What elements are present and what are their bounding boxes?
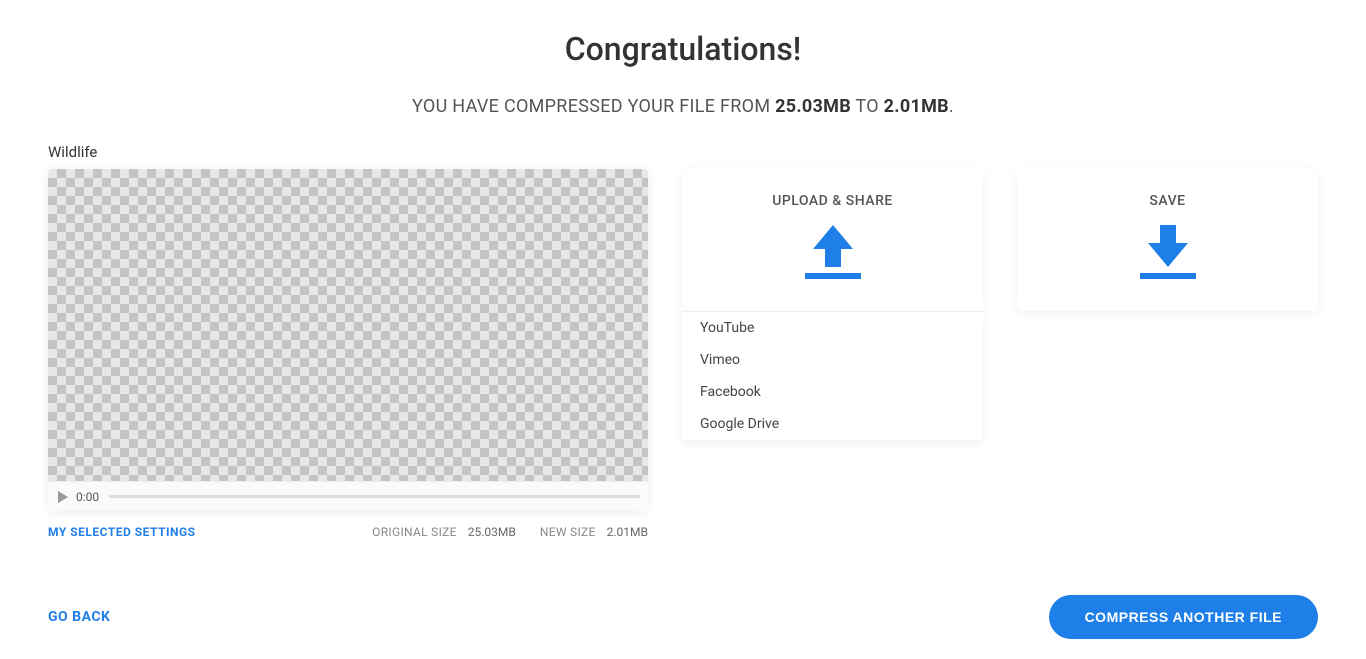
upload-icon — [682, 223, 983, 281]
video-preview-card: 0:00 — [48, 169, 648, 511]
video-controls: 0:00 — [48, 481, 648, 511]
upload-share-heading: UPLOAD & SHARE — [682, 169, 983, 209]
save-card[interactable]: SAVE — [1017, 169, 1318, 311]
summary-new-size: 2.01MB — [884, 96, 949, 117]
filename-label: Wildlife — [48, 143, 1318, 161]
summary-original-size: 25.03MB — [775, 96, 851, 117]
go-back-link[interactable]: GO BACK — [48, 609, 110, 625]
share-option-youtube[interactable]: YouTube — [682, 312, 983, 344]
original-size-value: 25.03MB — [468, 525, 516, 539]
new-size-label: NEW SIZE — [540, 525, 596, 539]
original-size-group: ORIGINAL SIZE 25.03MB — [372, 525, 516, 539]
video-time: 0:00 — [76, 490, 99, 504]
my-selected-settings-link[interactable]: MY SELECTED SETTINGS — [48, 525, 196, 539]
share-option-facebook[interactable]: Facebook — [682, 376, 983, 408]
upload-share-card[interactable]: UPLOAD & SHARE — [682, 169, 983, 311]
summary-suffix: . — [949, 96, 954, 117]
play-icon[interactable] — [56, 490, 70, 504]
download-icon — [1017, 223, 1318, 281]
video-preview[interactable] — [48, 169, 648, 481]
summary-mid: TO — [851, 96, 884, 117]
page-title: Congratulations! — [48, 30, 1318, 68]
compress-another-file-button[interactable]: COMPRESS ANOTHER FILE — [1049, 595, 1318, 639]
save-heading: SAVE — [1017, 169, 1318, 209]
share-option-vimeo[interactable]: Vimeo — [682, 344, 983, 376]
compression-summary: YOU HAVE COMPRESSED YOUR FILE FROM 25.03… — [48, 96, 1318, 117]
new-size-group: NEW SIZE 2.01MB — [540, 525, 648, 539]
share-option-googledrive[interactable]: Google Drive — [682, 408, 983, 440]
share-options-dropdown: YouTube Vimeo Facebook Google Drive — [682, 311, 983, 440]
original-size-label: ORIGINAL SIZE — [372, 525, 457, 539]
video-seek-track[interactable] — [109, 495, 640, 498]
summary-prefix: YOU HAVE COMPRESSED YOUR FILE FROM — [412, 96, 775, 117]
new-size-value: 2.01MB — [607, 525, 648, 539]
